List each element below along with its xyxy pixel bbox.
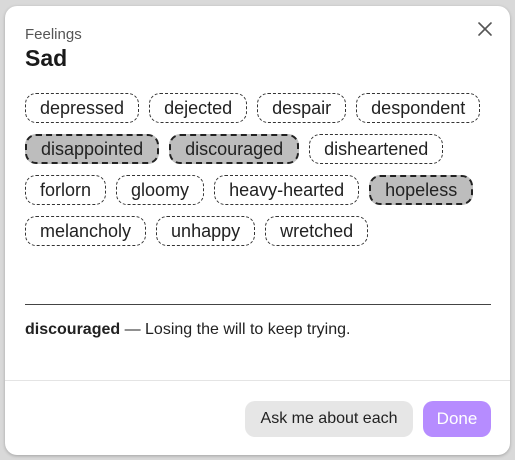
feeling-chip-depressed[interactable]: depressed: [25, 93, 140, 123]
feeling-chip-hopeless[interactable]: hopeless: [369, 175, 474, 205]
definition-description: Losing the will to keep trying.: [145, 321, 351, 338]
feeling-chip-forlorn[interactable]: forlorn: [25, 175, 107, 205]
feeling-chip-wretched[interactable]: wretched: [265, 216, 369, 246]
feeling-chip-discouraged[interactable]: discouraged: [169, 134, 300, 164]
feeling-chip-despondent[interactable]: despondent: [356, 93, 481, 123]
divider: [25, 304, 491, 305]
close-icon: [478, 22, 492, 36]
feeling-chip-list: depressed dejected despair despondent disapp…: [25, 93, 495, 246]
feeling-chip-gloomy[interactable]: gloomy: [116, 175, 205, 205]
feeling-chip-disheartened[interactable]: disheartened: [309, 134, 444, 164]
feeling-chip-disappointed[interactable]: disappointed: [25, 134, 160, 164]
feeling-chip-unhappy[interactable]: unhappy: [156, 216, 256, 246]
done-button[interactable]: Done: [423, 401, 491, 437]
dialog-eyebrow: Feelings: [25, 26, 82, 43]
definition-separator: —: [120, 321, 146, 338]
feeling-chip-dejected[interactable]: dejected: [149, 93, 248, 123]
close-button[interactable]: [474, 18, 496, 40]
dialog-title: Sad: [25, 45, 68, 71]
feeling-chip-melancholy[interactable]: melancholy: [25, 216, 147, 246]
definition-text: discouraged — Losing the will to keep tr…: [25, 321, 491, 339]
feeling-chip-heavy-hearted[interactable]: heavy-hearted: [214, 175, 360, 205]
footer-divider: [5, 380, 510, 381]
definition-term: discouraged: [25, 321, 121, 338]
feelings-dialog: Feelings Sad depressed dejected despair des…: [5, 6, 510, 455]
ask-me-about-each-button[interactable]: Ask me about each: [245, 401, 413, 437]
feeling-chip-despair[interactable]: despair: [257, 93, 347, 123]
